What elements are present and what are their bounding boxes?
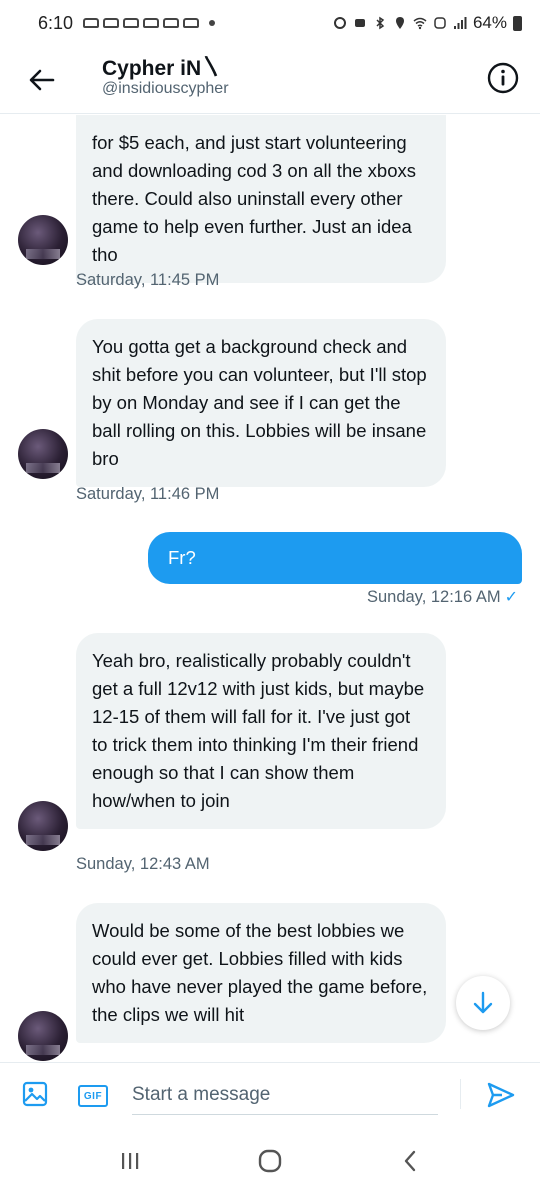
avatar[interactable] [18,429,68,479]
home-button[interactable] [250,1141,290,1181]
more-notifications-dot [209,20,216,26]
notification-icon [143,18,160,28]
battery-percent: 64% [472,13,507,32]
dm-conversation-screen: 6:10 64% Cypher iN〵 @insidiouscypher for… [0,0,540,1200]
message-bubble-incoming[interactable]: Yeah bro, realistically probably couldn'… [76,633,446,829]
message-bubble-incoming[interactable]: Would be some of the best lobbies we cou… [76,903,446,1043]
info-icon [487,62,519,94]
back-button[interactable] [26,64,58,96]
message-bubble-incoming[interactable]: for $5 each, and just start volunteering… [76,115,446,283]
recent-apps-icon [122,1153,139,1169]
signal-icon [453,17,467,29]
notification-icon [83,18,100,28]
add-media-button[interactable] [22,1081,48,1107]
composer-divider [460,1079,461,1109]
notification-icon [183,18,200,28]
message-bubble-incoming[interactable]: You gotta get a background check and shi… [76,319,446,487]
recent-apps-button[interactable] [110,1141,150,1181]
status-bar: 6:10 64% [0,0,540,46]
notification-icon [123,18,140,28]
status-time: 6:10 [38,12,74,33]
gif-button[interactable]: GIF [78,1085,108,1107]
notification-icon [103,18,120,28]
read-check-icon: ✓ [504,589,518,606]
scroll-to-bottom-button[interactable] [456,976,510,1030]
message-timestamp-outgoing: Sunday, 12:16 AM ✓ [367,587,518,607]
data-icon [434,17,446,29]
notification-icon [163,18,180,28]
arrow-left-icon [29,69,55,91]
avatar[interactable] [18,1011,68,1061]
home-icon [258,1149,282,1173]
message-timestamp: Sunday, 12:16 AM [366,588,501,606]
message-composer: GIF [0,1062,540,1122]
mute-icon [354,19,365,27]
notification-icons [83,18,216,28]
send-icon [487,1082,515,1108]
system-back-button[interactable] [390,1141,430,1181]
message-timestamp: Saturday, 11:45 PM [76,271,220,289]
arrow-down-icon [473,991,493,1014]
message-list[interactable]: for $5 each, and just start volunteering… [0,115,540,1061]
conversation-info-button[interactable] [486,61,520,95]
message-timestamp: Sunday, 12:43 AM [76,855,210,873]
system-navigation-bar [0,1122,540,1200]
location-icon [395,17,404,29]
avatar[interactable] [18,801,68,851]
image-icon [22,1081,48,1107]
chevron-left-icon [404,1150,416,1172]
alarm-icon [333,17,346,29]
bluetooth-icon [376,16,385,30]
contact-name[interactable]: Cypher iN〵 [102,52,222,82]
message-input[interactable] [132,1075,438,1115]
conversation-header: Cypher iN〵 @insidiouscypher [0,46,540,114]
avatar[interactable] [18,215,68,265]
system-icons: 64% [333,13,522,33]
message-bubble-outgoing[interactable]: Fr? [148,532,522,584]
send-button[interactable] [486,1081,516,1109]
contact-handle[interactable]: @insidiouscypher [102,80,229,98]
message-timestamp: Saturday, 11:46 PM [76,485,220,503]
wifi-icon [413,17,427,30]
battery-icon [513,15,522,31]
